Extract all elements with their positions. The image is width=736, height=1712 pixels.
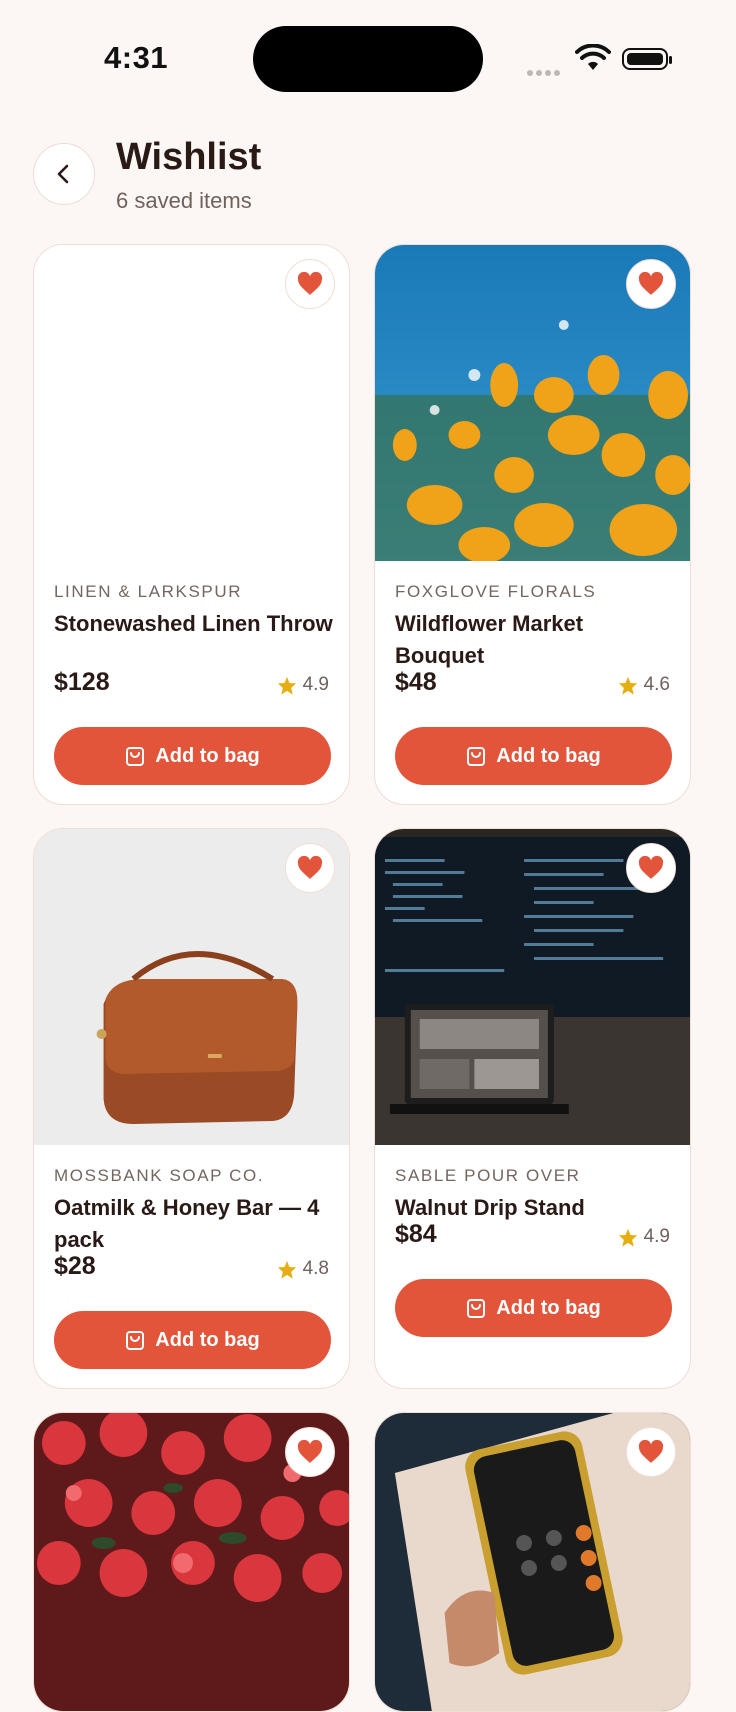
heart-icon (297, 856, 323, 879)
add-to-bag-button[interactable]: Add to bag (54, 1311, 331, 1369)
product-rating: 4.9 (277, 674, 329, 696)
favorite-button[interactable] (626, 259, 676, 309)
button-label: Add to bag (496, 744, 601, 767)
favorite-button[interactable] (285, 259, 335, 309)
product-rating: 4.6 (618, 674, 670, 696)
product-price: $128 (54, 668, 110, 696)
product-name[interactable]: Oatmilk & Honey Bar — 4 pack (54, 1192, 334, 1256)
star-icon (277, 676, 296, 695)
add-to-bag-button[interactable]: Add to bag (395, 1279, 672, 1337)
product-rating: 4.9 (618, 1226, 670, 1248)
product-card[interactable] (374, 1412, 691, 1712)
product-rating: 4.8 (277, 1258, 329, 1280)
product-card[interactable]: LINEN & LARKSPUR Stonewashed Linen Throw… (33, 244, 350, 805)
button-label: Add to bag (496, 1296, 601, 1319)
rating-value: 4.6 (643, 674, 670, 695)
heart-icon (638, 1440, 664, 1463)
signal-icon (527, 63, 563, 81)
favorite-button[interactable] (626, 1427, 676, 1477)
chevron-left-icon (57, 164, 69, 184)
heart-icon (638, 272, 664, 295)
favorite-button[interactable] (285, 1427, 335, 1477)
product-price: $28 (54, 1252, 96, 1280)
wifi-icon (575, 44, 611, 70)
product-card[interactable]: FOXGLOVE FLORALS Wildflower Market Bouqu… (374, 244, 691, 805)
product-brand: MOSSBANK SOAP CO. (54, 1166, 265, 1185)
saved-count: 6 saved items (116, 188, 252, 213)
rating-value: 4.9 (643, 1226, 670, 1247)
product-brand: LINEN & LARKSPUR (54, 582, 243, 601)
star-icon (277, 1260, 296, 1279)
shopping-bag-icon (467, 747, 486, 766)
product-price: $84 (395, 1220, 437, 1248)
product-name[interactable]: Wildflower Market Bouquet (395, 608, 675, 672)
product-name[interactable]: Walnut Drip Stand (395, 1192, 675, 1224)
product-price: $48 (395, 668, 437, 696)
battery-icon (622, 48, 672, 70)
heart-icon (297, 272, 323, 295)
status-bar: 4:31 (0, 0, 736, 110)
shopping-bag-icon (126, 1331, 145, 1350)
button-label: Add to bag (155, 1328, 260, 1351)
rating-value: 4.8 (302, 1258, 329, 1279)
rating-value: 4.9 (302, 674, 329, 695)
add-to-bag-button[interactable]: Add to bag (54, 727, 331, 785)
heart-icon (638, 856, 664, 879)
shopping-bag-icon (467, 1299, 486, 1318)
back-button[interactable] (33, 143, 95, 205)
product-card[interactable]: SABLE POUR OVER Walnut Drip Stand $84 4.… (374, 828, 691, 1389)
product-brand: SABLE POUR OVER (395, 1166, 581, 1185)
heart-icon (297, 1440, 323, 1463)
status-time: 4:31 (104, 40, 169, 75)
favorite-button[interactable] (285, 843, 335, 893)
star-icon (618, 676, 637, 695)
product-card[interactable]: MOSSBANK SOAP CO. Oatmilk & Honey Bar — … (33, 828, 350, 1389)
dynamic-island (253, 26, 483, 92)
product-card[interactable] (33, 1412, 350, 1712)
product-name[interactable]: Stonewashed Linen Throw (54, 608, 334, 640)
star-icon (618, 1228, 637, 1247)
button-label: Add to bag (155, 744, 260, 767)
page-title: Wishlist (116, 136, 262, 178)
add-to-bag-button[interactable]: Add to bag (395, 727, 672, 785)
product-brand: FOXGLOVE FLORALS (395, 582, 597, 601)
favorite-button[interactable] (626, 843, 676, 893)
shopping-bag-icon (126, 747, 145, 766)
